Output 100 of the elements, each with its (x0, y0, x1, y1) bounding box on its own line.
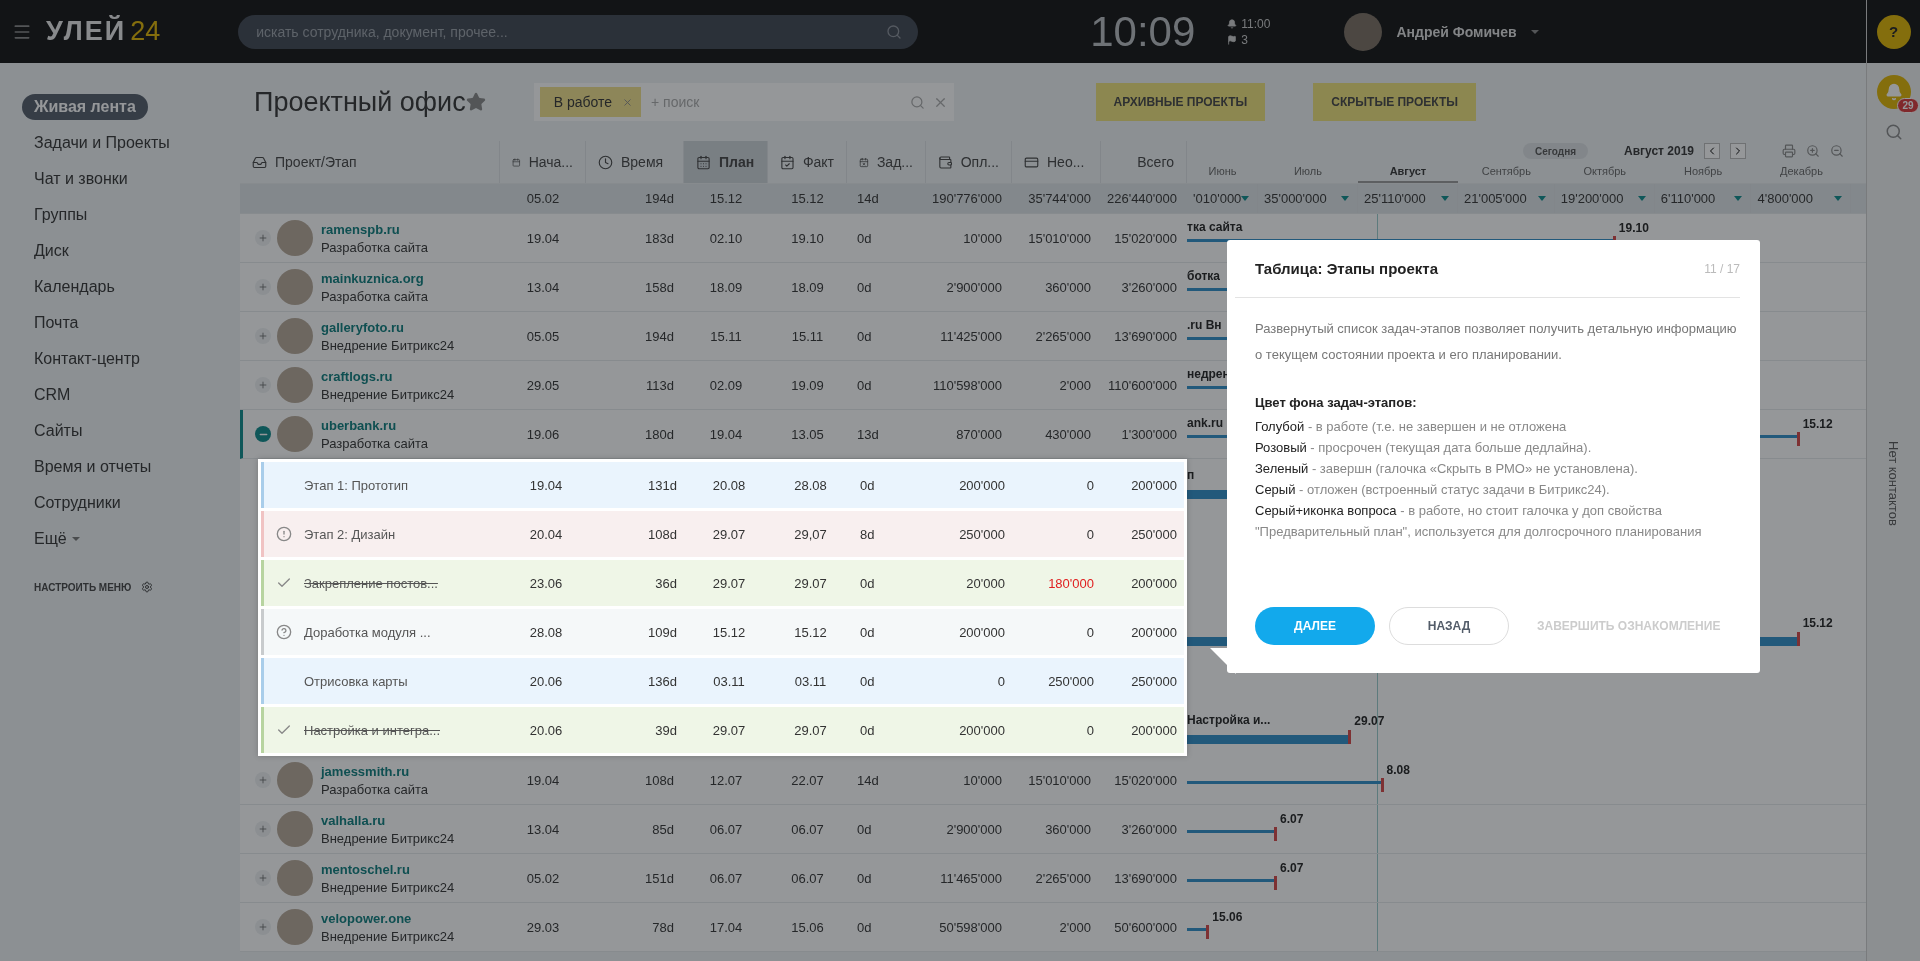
sidebar-item[interactable]: Контакт-центр (22, 341, 152, 377)
project-link[interactable]: craftlogs.ru (321, 368, 455, 384)
help-button[interactable]: ? (1876, 14, 1911, 49)
sidebar-item[interactable]: Время и отчеты (22, 449, 164, 485)
table-cell-text: 13.05 (790, 425, 825, 444)
stage-row[interactable]: Закрепление постов... 23.06 36d 29.07 29.07 0d 20'000 180'000 200'000 (261, 560, 1184, 606)
table-cell-text: 200'000 (1130, 476, 1178, 495)
next-button[interactable]: ДАЛЕЕ (1255, 607, 1375, 645)
stage-row[interactable]: Отрисовка карты 20.06 136d 03.11 03.11 0d 0 250'000 250'000 (261, 658, 1184, 704)
gantt-task-title: ботка (1187, 269, 1220, 283)
column-header[interactable]: Опл... (926, 141, 1012, 183)
sidebar-item[interactable]: Сотрудники (22, 485, 133, 521)
sidebar-item[interactable]: Почта (22, 305, 91, 341)
month-total[interactable]: 4'800'000 (1751, 184, 1852, 213)
month-total[interactable]: 25'110'000 (1357, 184, 1458, 213)
zoom-in-icon[interactable] (1806, 144, 1820, 158)
table-cell-text: 250'000 (1130, 525, 1178, 544)
table-cell-text: 14d (856, 771, 880, 790)
sidebar-item[interactable]: Группы (22, 197, 100, 233)
month-total[interactable]: 19'200'000 (1554, 184, 1655, 213)
table-cell-text: 17.04 (708, 918, 744, 937)
stage-row[interactable]: Этап 1: Прототип 19.04 131d 20.08 28.08 0d 200'000 0 200'000 (261, 462, 1184, 508)
sidebar-item[interactable]: CRM (22, 377, 83, 413)
today-button[interactable]: Сегодня (1523, 143, 1588, 159)
project-filter-button[interactable]: СКРЫТЫЕ ПРОЕКТЫ (1313, 83, 1476, 121)
month-total[interactable]: 21'005'000 (1457, 184, 1555, 213)
sidebar-item[interactable]: Задачи и Проекты (22, 125, 182, 161)
notifications-button[interactable] (1876, 75, 1911, 109)
table-cell-text: 12.07 (708, 771, 744, 790)
sidebar-item[interactable]: Календарь (22, 269, 127, 305)
previous-button[interactable] (1704, 143, 1720, 159)
project-link[interactable]: jamessmith.ru (321, 763, 428, 779)
gantt-task-title: Настройка и... (1187, 713, 1271, 727)
table-cell-text: 15.11 (709, 327, 743, 346)
table-cell-text: 19.06 (525, 425, 561, 444)
stage-row[interactable]: Настройка и интегра... 20.06 39d 29.07 29.07 0d 200'000 0 200'000 (261, 707, 1184, 753)
search-icon[interactable] (909, 94, 925, 110)
search-icon[interactable] (886, 23, 903, 40)
stage-row[interactable]: Этап 2: Дизайн 20.04 108d 29.07 29,07 8d 250'000 0 250'000 (261, 511, 1184, 557)
project-link[interactable]: valhalla.ru (321, 812, 455, 828)
table-cell-text: 22.07 (790, 771, 825, 790)
avatar-placeholder (277, 762, 313, 798)
column-header[interactable]: Факт (768, 141, 847, 183)
project-link[interactable]: mentoschel.ru (321, 861, 455, 877)
sidebar-item[interactable]: Диск (22, 233, 81, 269)
legend-line: Серый - отложен (встроенный статус задачи в Битрикс24). (1255, 481, 1610, 499)
avatar-placeholder (277, 860, 313, 896)
expand-toggle[interactable] (255, 328, 271, 344)
project-type: Разработка сайта (321, 435, 428, 451)
expand-toggle[interactable] (255, 919, 271, 935)
project-link[interactable]: galleryfoto.ru (321, 319, 455, 335)
sidebar-item[interactable]: Живая лента (22, 94, 148, 120)
back-button[interactable]: НАЗАД (1389, 607, 1509, 645)
column-header[interactable]: Нача... (500, 141, 586, 183)
print-icon[interactable] (1782, 144, 1796, 158)
month-total[interactable]: 35'000'000 (1257, 184, 1358, 213)
table-cell-text: 0d (859, 476, 876, 495)
sidebar-item[interactable]: Чат и звонки (22, 161, 140, 197)
column-header[interactable]: Всего (1101, 141, 1187, 183)
star-icon[interactable] (465, 92, 486, 112)
project-link[interactable]: ramenspb.ru (321, 221, 428, 237)
month-total[interactable]: '010'000 (1187, 184, 1258, 213)
column-header[interactable]: Нео... (1012, 141, 1101, 183)
zoom-out-icon[interactable] (1830, 144, 1844, 158)
expand-toggle[interactable] (255, 426, 271, 442)
expand-toggle[interactable] (255, 772, 271, 788)
column-header[interactable]: План (684, 141, 768, 183)
flag-icon (1227, 34, 1238, 45)
user-avatar[interactable] (1344, 12, 1383, 51)
logo-text: УЛЕЙ (46, 16, 127, 47)
project-link[interactable]: mainkuznica.org (321, 270, 428, 286)
filter-tag[interactable]: В работе (539, 87, 641, 117)
search-icon[interactable] (1884, 123, 1903, 141)
table-cell-text: 11'465'000 (939, 869, 1003, 888)
column-header[interactable]: Проект/Этап (240, 141, 500, 183)
table-cell-text: 0d (856, 376, 873, 395)
sidebar-item[interactable]: Ещё (22, 521, 92, 557)
expand-toggle[interactable] (255, 230, 271, 246)
month-total[interactable]: 6'110'000 (1654, 184, 1752, 213)
caret-icon[interactable] (71, 537, 80, 541)
table-cell-text: 06.07 (708, 869, 744, 888)
wallet-icon (938, 154, 953, 170)
deadline-marker (1274, 827, 1278, 841)
expand-toggle[interactable] (255, 870, 271, 886)
project-link[interactable]: uberbank.ru (321, 417, 428, 433)
user-name[interactable]: Андрей Фомичев (1396, 23, 1517, 40)
next-button[interactable] (1730, 143, 1746, 159)
expand-toggle[interactable] (255, 821, 271, 837)
caret-icon[interactable] (1530, 29, 1539, 34)
expand-toggle[interactable] (255, 377, 271, 393)
deadline-marker (1796, 432, 1800, 446)
configure-menu-link[interactable]: НАСТРОИТЬ МЕНЮ (22, 581, 240, 593)
settings-icon[interactable] (141, 581, 154, 593)
expand-toggle[interactable] (255, 279, 271, 295)
column-header[interactable]: Зад... (847, 141, 926, 183)
project-filter-button[interactable]: АРХИВНЫЕ ПРОЕКТЫ (1095, 83, 1266, 121)
close-icon[interactable] (622, 96, 633, 108)
sidebar-item[interactable]: Сайты (22, 413, 95, 449)
project-link[interactable]: velopower.one (321, 910, 455, 926)
stage-row[interactable]: Доработка модуля ... 28.08 109d 15.12 15.12 0d 200'000 0 200'000 (261, 609, 1184, 655)
